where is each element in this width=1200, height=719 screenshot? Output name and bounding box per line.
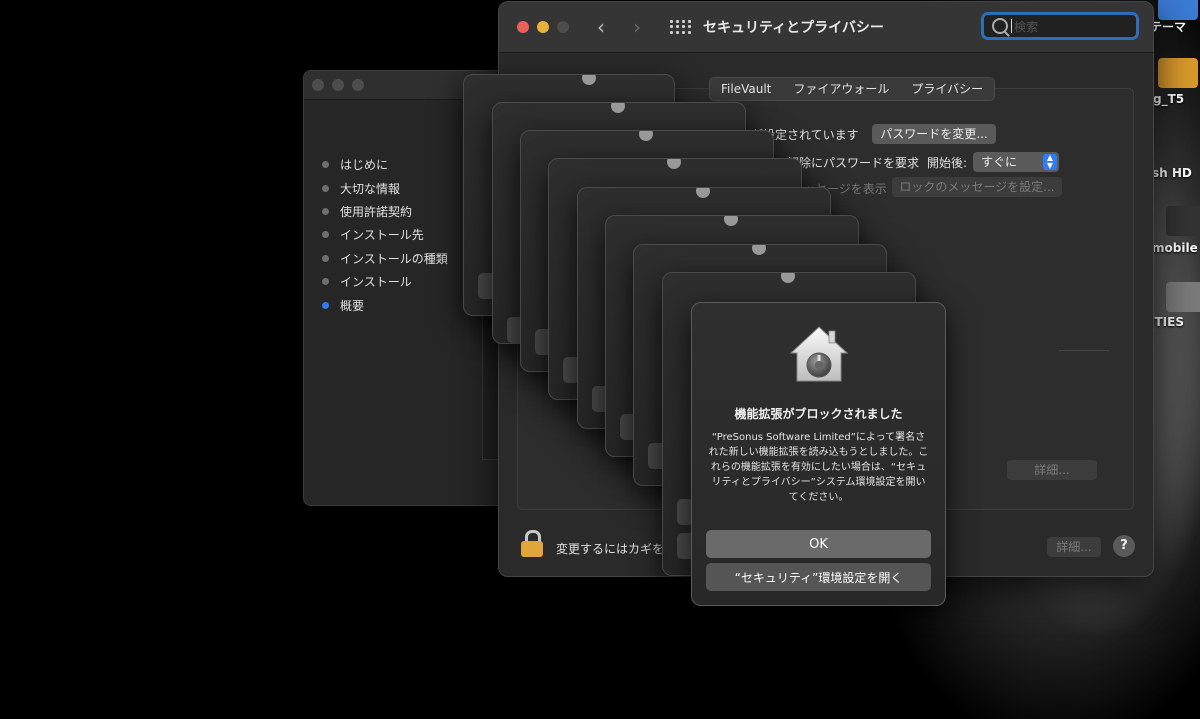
step-bullet-icon: [322, 278, 329, 286]
installer-step-current: 概要: [322, 293, 448, 316]
lock-house-icon: [639, 131, 653, 141]
back-arrow-icon[interactable]: ‹: [597, 15, 605, 39]
search-icon: [992, 18, 1008, 34]
minimize-button[interactable]: [537, 21, 549, 33]
lock-instruction-text: 変更するにはカギを: [556, 542, 665, 556]
tab-filevault[interactable]: FileVault: [710, 78, 782, 100]
step-bullet-icon: [322, 184, 329, 192]
lock-icon[interactable]: [521, 530, 543, 558]
tab-privacy[interactable]: プライバシー: [900, 78, 994, 100]
close-button[interactable]: [517, 21, 529, 33]
extension-blocked-alert: 機能拡張がブロックされました “PreSonus Software Limite…: [691, 302, 946, 606]
zoom-button[interactable]: [557, 21, 569, 33]
search-input[interactable]: [1012, 17, 1134, 37]
security-house-icon: [789, 326, 849, 382]
installer-step: インストールの種類: [322, 247, 448, 270]
alert-heading: 機能拡張がブロックされました: [734, 407, 903, 421]
details-button-app[interactable]: 詳細...: [1007, 460, 1097, 480]
open-security-preferences-button[interactable]: “セキュリティ”環境設定を開く: [706, 563, 931, 591]
chevron-updown-icon: ▲ ▼: [1043, 154, 1057, 170]
desktop-label-hd[interactable]: sh HD: [1152, 166, 1192, 180]
desktop-label-mobile[interactable]: mobile: [1152, 241, 1198, 255]
lock-house-icon: [696, 188, 710, 198]
installer-step: 使用許諾契約: [322, 200, 448, 223]
show-all-grid-icon[interactable]: [670, 20, 691, 34]
installer-step: 大切な情報: [322, 176, 448, 199]
lock-house-icon: [611, 103, 625, 113]
ok-button[interactable]: OK: [706, 530, 931, 558]
step-bullet-icon: [322, 231, 329, 239]
desktop-theme-icon[interactable]: [1158, 0, 1198, 20]
tab-bar: FileVault ファイアウォール プライバシー: [709, 77, 996, 101]
desktop-utilities-icon[interactable]: [1166, 282, 1200, 312]
search-field[interactable]: [981, 12, 1139, 40]
set-lock-message-button[interactable]: ロックのメッセージを設定...: [892, 177, 1062, 197]
sysprefs-window-controls: [517, 21, 569, 33]
start-after-label: 開始後:: [927, 156, 968, 170]
lock-house-icon: [781, 273, 795, 283]
desktop-mobile-icon[interactable]: [1166, 206, 1200, 236]
step-bullet-current-icon: [322, 301, 329, 309]
installer-steps: はじめに 大切な情報 使用許諾契約 インストール先 インストールの種類 インスト…: [322, 153, 448, 317]
step-bullet-icon: [322, 254, 329, 262]
section-divider: [1059, 350, 1109, 351]
lock-house-icon: [752, 245, 766, 255]
desktop-label-utilities[interactable]: ITIES: [1150, 315, 1184, 329]
installer-zoom-button[interactable]: [352, 79, 364, 91]
installer-step: インストール先: [322, 223, 448, 246]
lock-house-icon: [582, 75, 596, 85]
step-bullet-icon: [322, 161, 329, 169]
installer-step: はじめに: [322, 153, 448, 176]
sysprefs-toolbar: ‹ › セキュリティとプライバシー: [499, 2, 1153, 53]
alert-message: “PreSonus Software Limited”によって署名された新しい機…: [708, 432, 929, 503]
change-password-button[interactable]: パスワードを変更...: [872, 124, 996, 144]
details-button-advanced[interactable]: 詳細...: [1047, 537, 1101, 557]
forward-arrow-icon[interactable]: ›: [633, 15, 641, 39]
start-after-select[interactable]: すぐに ▲ ▼: [973, 152, 1059, 172]
desktop-label-drive[interactable]: g_T5: [1153, 92, 1184, 106]
window-title: セキュリティとプライバシー: [703, 20, 884, 36]
lock-house-icon: [724, 216, 738, 226]
step-bullet-icon: [322, 207, 329, 215]
desktop-label-theme[interactable]: テーマ: [1150, 18, 1186, 35]
tab-firewall[interactable]: ファイアウォール: [782, 78, 900, 100]
desktop-drive-icon[interactable]: [1158, 58, 1198, 88]
start-after-value: すぐに: [981, 155, 1018, 169]
installer-close-button[interactable]: [312, 79, 324, 91]
installer-minimize-button[interactable]: [332, 79, 344, 91]
lock-house-icon: [667, 159, 681, 169]
installer-step: インストール: [322, 270, 448, 293]
installer-window-controls: [312, 79, 364, 91]
help-button[interactable]: ?: [1113, 535, 1135, 557]
